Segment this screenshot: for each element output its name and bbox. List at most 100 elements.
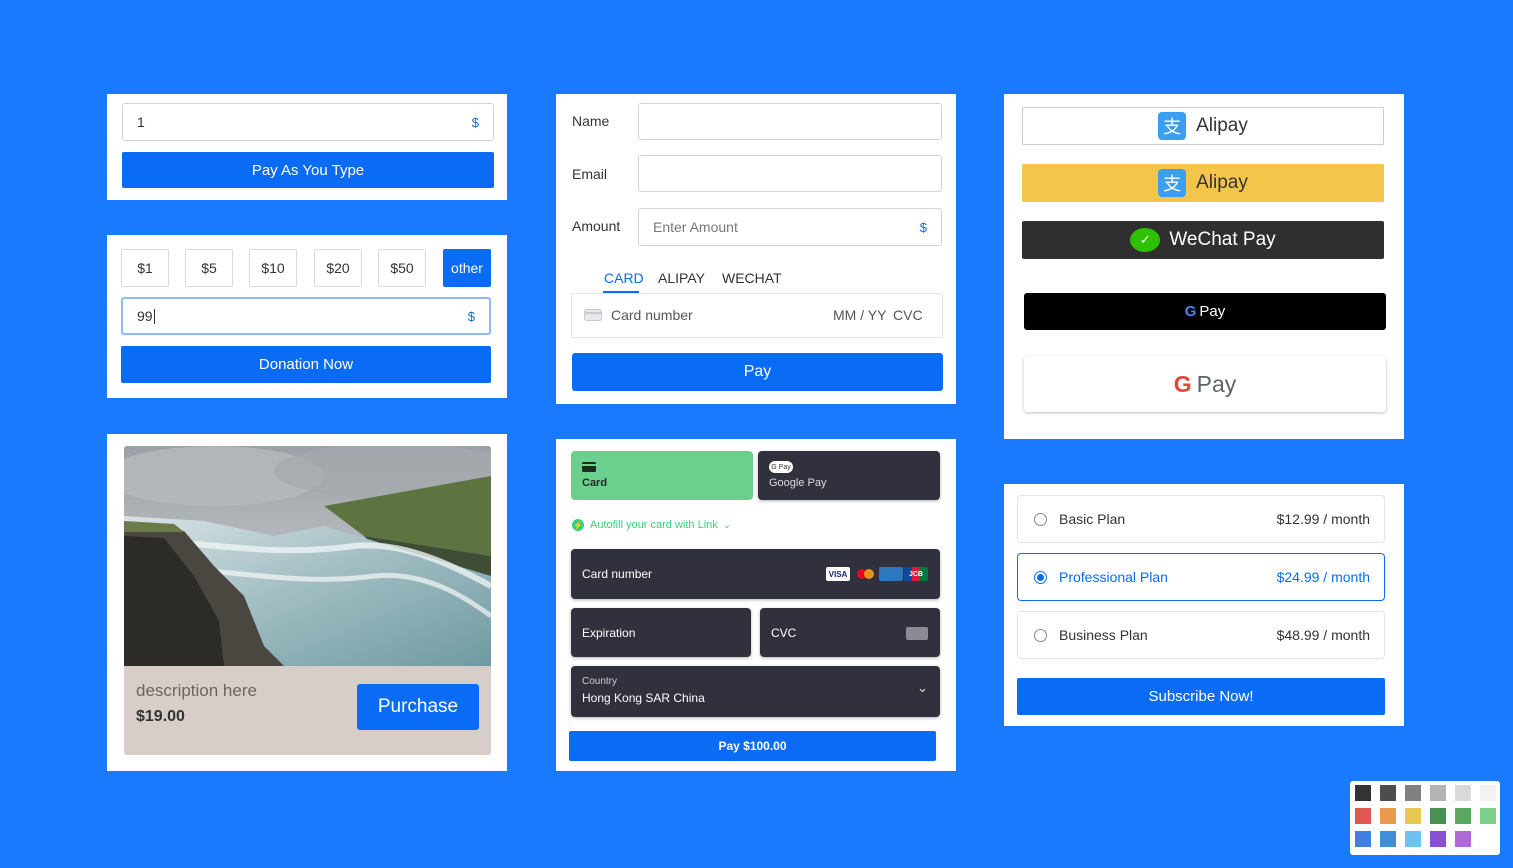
visa-icon: VISA [826, 567, 850, 581]
email-input[interactable] [638, 155, 942, 192]
subscription-card: Basic Plan $12.99 / month Professional P… [1004, 484, 1404, 726]
google-g-icon: G [1184, 303, 1197, 320]
method-card-label: Card [582, 477, 608, 489]
method-google-pay-label: Google Pay [769, 477, 827, 489]
cvc-field[interactable]: CVC [760, 608, 940, 657]
cvc-placeholder: CVC [893, 307, 923, 323]
chevron-down-icon: ⌄ [722, 519, 732, 531]
expiry-placeholder: MM / YY [833, 307, 887, 323]
radio-basic[interactable] [1034, 512, 1047, 526]
currency-symbol: $ [471, 114, 479, 130]
stripe-element-card: Card G Pay Google Pay ⚡ Autofill your ca… [556, 439, 956, 771]
wechat-icon: ✓ [1130, 228, 1161, 252]
pay-as-you-type-card: 1 $ Pay As You Type [107, 94, 507, 200]
palette-swatch[interactable] [1480, 808, 1496, 824]
alipay-icon: 支 [1158, 112, 1187, 140]
tab-alipay[interactable]: ALIPAY [658, 270, 705, 286]
palette-swatch[interactable] [1430, 831, 1446, 847]
plan-business[interactable]: Business Plan $48.99 / month [1017, 611, 1385, 659]
custom-amount-input[interactable]: 99 $ [121, 297, 491, 335]
cvc-card-icon [906, 627, 928, 640]
palette-swatch[interactable] [1380, 785, 1396, 801]
gpay-white-label: Pay [1196, 370, 1237, 397]
palette-swatch[interactable] [1455, 785, 1471, 801]
plan-business-name: Business Plan [1059, 627, 1148, 643]
alipay-outline-label: Alipay [1196, 115, 1248, 136]
pay-button[interactable]: Pay [572, 353, 943, 391]
currency-symbol: $ [467, 308, 475, 324]
donation-button[interactable]: Donation Now [121, 346, 491, 383]
product-card: description here $19.00 Purchase [107, 434, 507, 771]
palette-swatch[interactable] [1405, 831, 1421, 847]
palette-swatch[interactable] [1380, 808, 1396, 824]
google-g-icon: G [1173, 370, 1192, 397]
card-icon [584, 309, 602, 321]
radio-business[interactable] [1034, 628, 1047, 642]
subscribe-button[interactable]: Subscribe Now! [1017, 678, 1385, 715]
color-palette [1350, 781, 1500, 855]
google-pay-black-button[interactable]: G Pay [1024, 293, 1386, 330]
palette-swatch[interactable] [1480, 785, 1496, 801]
alipay-outline-button[interactable]: 支 Alipay [1022, 107, 1384, 145]
palette-swatch[interactable] [1455, 831, 1471, 847]
amount-option-1[interactable]: $1 [121, 249, 169, 287]
plan-basic-name: Basic Plan [1059, 511, 1126, 527]
plan-professional[interactable]: Professional Plan $24.99 / month [1017, 553, 1385, 601]
gpay-black-label: Pay [1199, 303, 1226, 320]
card-number-field[interactable]: Card number MM / YY CVC [571, 293, 943, 338]
purchase-button[interactable]: Purchase [357, 684, 479, 730]
wallets-card: 支 Alipay 支 Alipay ✓ WeChat Pay G Pay G P… [1004, 94, 1404, 439]
palette-swatch[interactable] [1430, 808, 1446, 824]
country-select[interactable]: Country Hong Kong SAR China ⌄ [571, 666, 940, 717]
plan-basic[interactable]: Basic Plan $12.99 / month [1017, 495, 1385, 543]
amount-input[interactable]: 1 $ [122, 103, 494, 141]
alipay-icon: 支 [1158, 169, 1187, 197]
palette-swatch[interactable] [1405, 808, 1421, 824]
email-label: Email [572, 166, 608, 182]
pay-as-you-type-button[interactable]: Pay As You Type [122, 152, 494, 188]
tab-card[interactable]: CARD [604, 270, 644, 286]
autofill-link[interactable]: ⚡ Autofill your card with Link ⌄ [572, 519, 731, 531]
palette-swatch[interactable] [1405, 785, 1421, 801]
tab-wechat[interactable]: WECHAT [722, 270, 782, 286]
waterfall-image [124, 446, 491, 666]
jcb-icon: JCB [904, 567, 928, 581]
product-price: $19.00 [136, 708, 185, 725]
palette-swatch[interactable] [1355, 785, 1371, 801]
pay-amount-button[interactable]: Pay $100.00 [569, 731, 936, 761]
google-pay-white-button[interactable]: G Pay [1024, 356, 1386, 412]
wechat-label: WeChat Pay [1169, 229, 1276, 250]
bolt-icon: ⚡ [572, 519, 584, 531]
palette-swatch[interactable] [1455, 808, 1471, 824]
mastercard-icon [857, 567, 875, 581]
amount-label: Amount [572, 218, 621, 234]
amount-option-other[interactable]: other [443, 249, 491, 287]
alipay-yellow-label: Alipay [1196, 172, 1248, 193]
amount-input[interactable]: Enter Amount $ [638, 208, 942, 246]
plan-basic-price: $12.99 / month [1276, 511, 1370, 527]
card-number-field[interactable]: Card number VISA JCB [571, 549, 940, 599]
card-number-placeholder: Card number [611, 307, 693, 323]
name-input[interactable] [638, 103, 942, 140]
radio-professional[interactable] [1034, 570, 1047, 584]
product-description: description here [136, 681, 257, 700]
currency-symbol: $ [919, 219, 927, 235]
amount-option-20[interactable]: $20 [314, 249, 362, 287]
cvc-label: CVC [771, 626, 797, 640]
custom-amount-value: 99 [137, 308, 153, 324]
amount-option-5[interactable]: $5 [185, 249, 233, 287]
country-value: Hong Kong SAR China [582, 691, 705, 705]
amount-option-50[interactable]: $50 [378, 249, 426, 287]
amount-option-10[interactable]: $10 [249, 249, 297, 287]
palette-swatch[interactable] [1355, 808, 1371, 824]
palette-swatch[interactable] [1355, 831, 1371, 847]
alipay-yellow-button[interactable]: 支 Alipay [1022, 164, 1384, 202]
plan-professional-name: Professional Plan [1059, 569, 1168, 585]
method-card[interactable]: Card [571, 451, 753, 500]
method-google-pay[interactable]: G Pay Google Pay [758, 451, 940, 500]
expiration-field[interactable]: Expiration [571, 608, 751, 657]
palette-swatch[interactable] [1380, 831, 1396, 847]
palette-swatch[interactable] [1430, 785, 1446, 801]
wechat-pay-button[interactable]: ✓ WeChat Pay [1022, 221, 1384, 259]
donation-card: $1 $5 $10 $20 $50 other 99 $ Donation No… [107, 235, 507, 398]
